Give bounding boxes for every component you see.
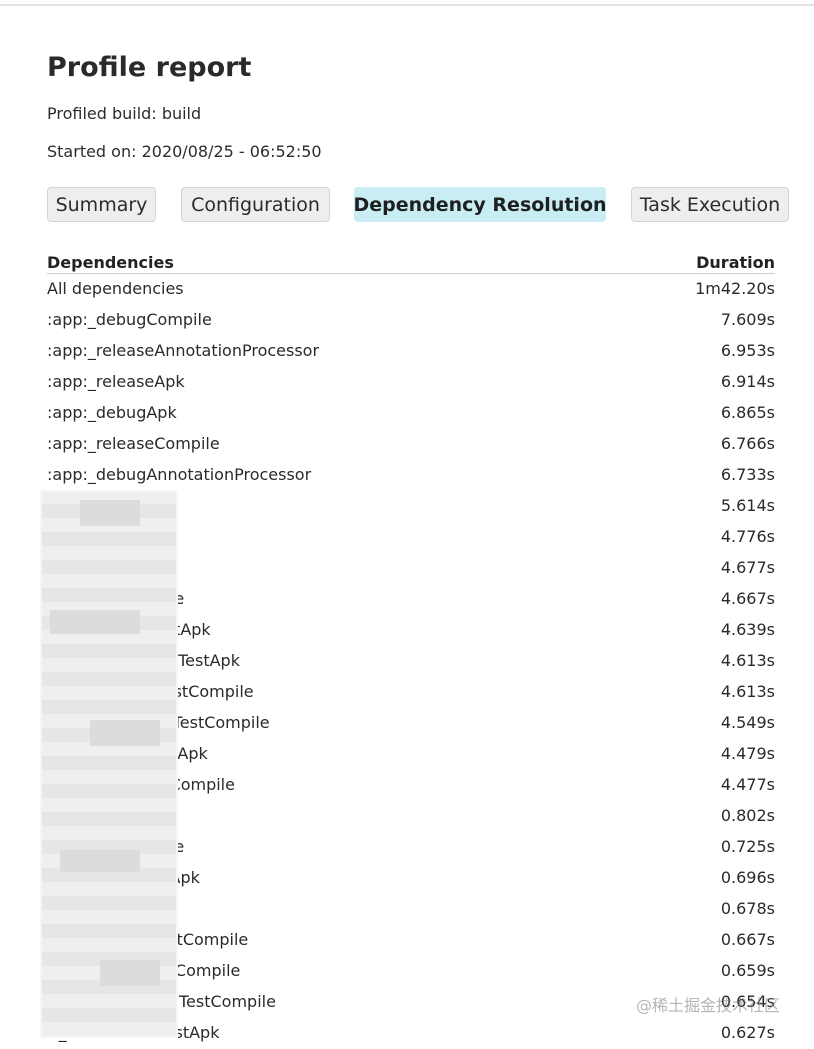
top-divider xyxy=(0,4,814,6)
dependency-duration: 6.733s xyxy=(720,465,775,484)
column-header-duration: Duration xyxy=(696,253,775,272)
dependency-duration: 4.549s xyxy=(720,713,775,732)
dependency-name: :app:_releaseApk xyxy=(47,372,185,391)
dependency-name: All dependencies xyxy=(47,279,184,298)
page-title: Profile report xyxy=(47,52,252,83)
table-header: Dependencies Duration xyxy=(47,251,775,274)
table-row: :app:_releaseApk 6.914s xyxy=(47,367,775,398)
column-header-dependencies: Dependencies xyxy=(47,253,174,272)
table-row: :app:_debugApk 6.865s xyxy=(47,398,775,429)
dependency-duration: 0.725s xyxy=(720,837,775,856)
dependency-duration: 6.914s xyxy=(720,372,775,391)
dependency-duration: 4.613s xyxy=(720,682,775,701)
table-row: :app:_debugCompile 7.609s xyxy=(47,305,775,336)
dependency-duration: 6.953s xyxy=(720,341,775,360)
dependency-duration: 4.776s xyxy=(720,527,775,546)
dependency-duration: 4.639s xyxy=(720,620,775,639)
dependency-duration: 4.677s xyxy=(720,558,775,577)
table-row: :app:_releaseCompile 6.766s xyxy=(47,429,775,460)
profiled-build-text: Profiled build: build xyxy=(47,104,202,123)
dependency-duration: 5.614s xyxy=(720,496,775,515)
dependency-duration: 0.802s xyxy=(720,806,775,825)
dependency-name: :app:_releaseCompile xyxy=(47,434,220,453)
dependency-duration: 6.766s xyxy=(720,434,775,453)
dependency-duration: 0.667s xyxy=(720,930,775,949)
dependency-duration: 4.479s xyxy=(720,744,775,763)
dependency-name: :app:_debugApk xyxy=(47,403,177,422)
dependency-duration: 4.667s xyxy=(720,589,775,608)
dependency-duration: 0.696s xyxy=(720,868,775,887)
dependency-duration: 0.659s xyxy=(720,961,775,980)
tab-dependency-resolution[interactable]: Dependency Resolution xyxy=(353,187,607,222)
tab-summary[interactable]: Summary xyxy=(47,187,156,222)
started-on-text: Started on: 2020/08/25 - 06:52:50 xyxy=(47,142,322,161)
dependency-duration: 1m42.20s xyxy=(695,279,775,298)
dependency-duration: 0.627s xyxy=(720,1023,775,1042)
dependency-duration: 6.865s xyxy=(720,403,775,422)
table-row: :app:_debugAnnotationProcessor 6.733s xyxy=(47,460,775,491)
tab-task-execution[interactable]: Task Execution xyxy=(631,187,789,222)
redacted-area xyxy=(40,490,178,1038)
table-row: :app:_releaseAnnotationProcessor 6.953s xyxy=(47,336,775,367)
tab-configuration[interactable]: Configuration xyxy=(181,187,330,222)
dependency-duration: 4.477s xyxy=(720,775,775,794)
dependency-duration: 0.678s xyxy=(720,899,775,918)
dependency-name: :app:_releaseAnnotationProcessor xyxy=(47,341,320,360)
dependency-name: :app:_debugCompile xyxy=(47,310,212,329)
tab-bar: Summary Configuration Dependency Resolut… xyxy=(47,187,792,224)
watermark: @稀土掘金技术社区 xyxy=(636,996,781,1015)
dependency-duration: 4.613s xyxy=(720,651,775,670)
dependency-name: :app:_debugAnnotationProcessor xyxy=(47,465,312,484)
table-row: All dependencies 1m42.20s xyxy=(47,274,775,305)
dependency-duration: 7.609s xyxy=(720,310,775,329)
